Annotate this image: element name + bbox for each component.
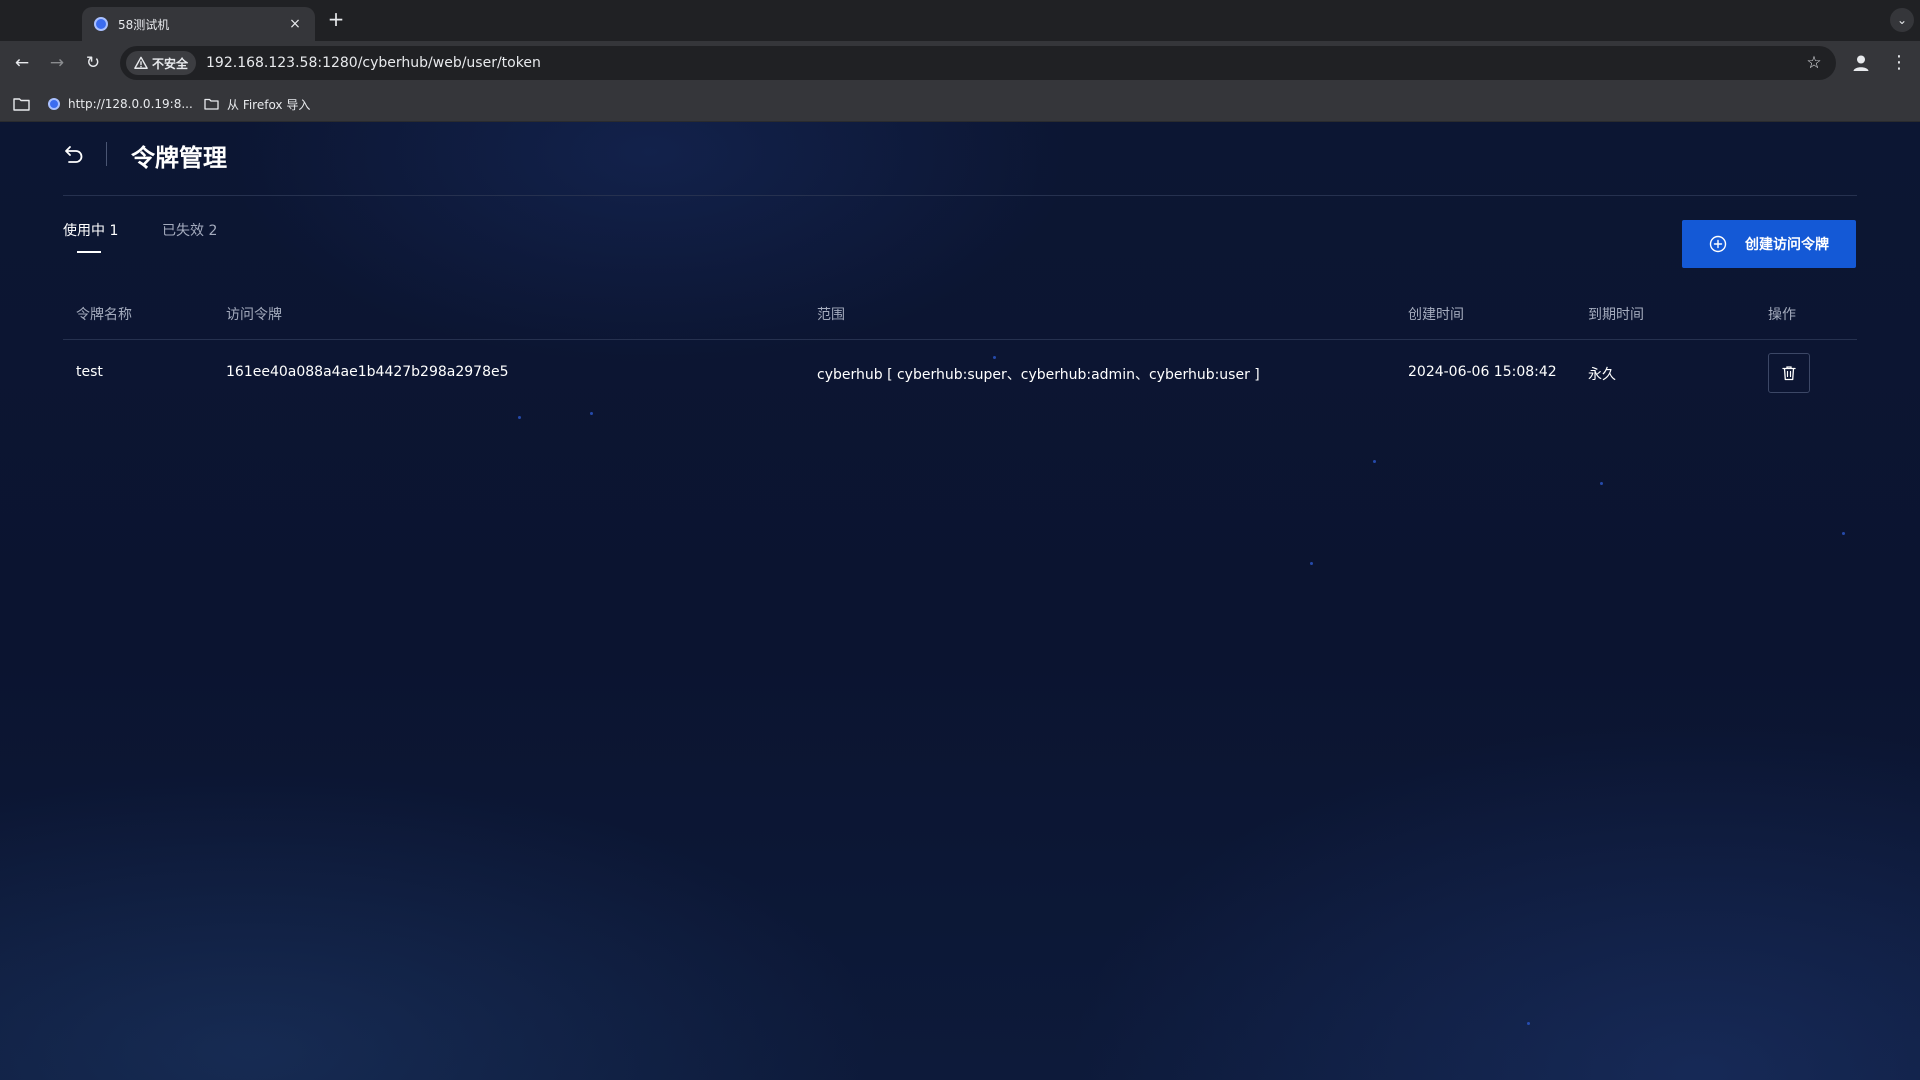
token-name-cell: test (76, 364, 103, 380)
bookmark-folder-firefox[interactable]: 从 Firefox 导入 (198, 92, 316, 116)
bookmark-item[interactable]: http://128.0.0.19:8... (42, 92, 199, 116)
header-divider (106, 142, 107, 166)
profile-icon[interactable] (1849, 51, 1873, 75)
tab-title: 58测试机 (118, 17, 170, 32)
token-scope-cell: cyberhub [ cyberhub:super、cyberhub:admin… (817, 367, 1260, 383)
background-particle (518, 416, 521, 419)
address-bar[interactable]: 不安全 192.168.123.58:1280/cyberhub/web/use… (120, 46, 1836, 80)
column-header-token: 访问令牌 (226, 307, 282, 323)
create-token-label: 创建访问令牌 (1745, 237, 1829, 253)
page-content: 令牌管理 使用中 1 已失效 2 创建访问令牌 令牌名称 访问令牌 范围 创建时… (0, 122, 1920, 1080)
table-row: test 161ee40a088a4ae1b4427b298a2978e5 cy… (63, 340, 1857, 406)
background-particle (1842, 532, 1845, 535)
tab-close-icon[interactable]: × (287, 16, 303, 32)
created-time-cell: 2024-06-06 15:08:42 (1408, 364, 1557, 380)
tab-expired-tokens[interactable]: 已失效 2 (162, 220, 217, 240)
trash-icon (1782, 366, 1796, 381)
token-value-cell: 161ee40a088a4ae1b4427b298a2978e5 (226, 364, 509, 380)
column-header-expires: 到期时间 (1588, 307, 1644, 323)
column-header-name: 令牌名称 (76, 307, 132, 323)
tab-active-tokens[interactable]: 使用中 1 (63, 220, 118, 240)
bookmark-label: 从 Firefox 导入 (227, 97, 311, 112)
background-particle (1373, 460, 1376, 463)
forward-button[interactable]: → (44, 50, 70, 76)
table-header: 令牌名称 访问令牌 范围 创建时间 到期时间 操作 (63, 286, 1857, 340)
folder-icon (204, 98, 219, 110)
back-button[interactable]: ← (9, 50, 35, 76)
bookmarks-bar: http://128.0.0.19:8... 从 Firefox 导入 (0, 86, 1920, 122)
browser-menu-icon[interactable]: ⋮ (1887, 51, 1911, 75)
background-particle (1310, 562, 1313, 565)
expire-time-cell: 永久 (1588, 367, 1616, 383)
column-header-created: 创建时间 (1408, 307, 1464, 323)
browser-tab-strip: 58测试机 × + ⌄ (0, 0, 1920, 41)
column-header-scope: 范围 (817, 307, 845, 323)
background-particle (1527, 1022, 1530, 1025)
page-title: 令牌管理 (131, 144, 227, 172)
browser-tab[interactable]: 58测试机 × (82, 7, 315, 41)
tab-favicon-icon (94, 17, 108, 31)
folder-icon[interactable] (13, 97, 30, 111)
plus-circle-icon (1709, 235, 1727, 253)
url-text[interactable]: 192.168.123.58:1280/cyberhub/web/user/to… (206, 55, 541, 71)
browser-toolbar: ← → ↻ 不安全 192.168.123.58:1280/cyberhub/w… (0, 41, 1920, 86)
active-tab-indicator (77, 251, 101, 253)
create-token-button[interactable]: 创建访问令牌 (1682, 220, 1856, 268)
bookmark-favicon-icon (48, 98, 60, 110)
security-label: 不安全 (152, 56, 189, 71)
bookmark-label: http://128.0.0.19:8... (68, 97, 193, 111)
warning-icon (134, 56, 148, 69)
bookmark-star-icon[interactable]: ☆ (1804, 53, 1824, 73)
column-header-actions: 操作 (1768, 307, 1796, 323)
page-header: 令牌管理 (63, 122, 1857, 196)
background-particle (590, 412, 593, 415)
new-tab-button[interactable]: + (324, 8, 348, 32)
background-particle (1600, 482, 1603, 485)
security-indicator[interactable]: 不安全 (126, 51, 197, 75)
tab-search-chevron-icon[interactable]: ⌄ (1890, 8, 1914, 32)
token-table: 令牌名称 访问令牌 范围 创建时间 到期时间 操作 test 161ee40a0… (63, 286, 1857, 406)
reload-button[interactable]: ↻ (80, 50, 106, 76)
delete-token-button[interactable] (1768, 353, 1810, 393)
back-arrow-icon[interactable] (63, 143, 85, 165)
